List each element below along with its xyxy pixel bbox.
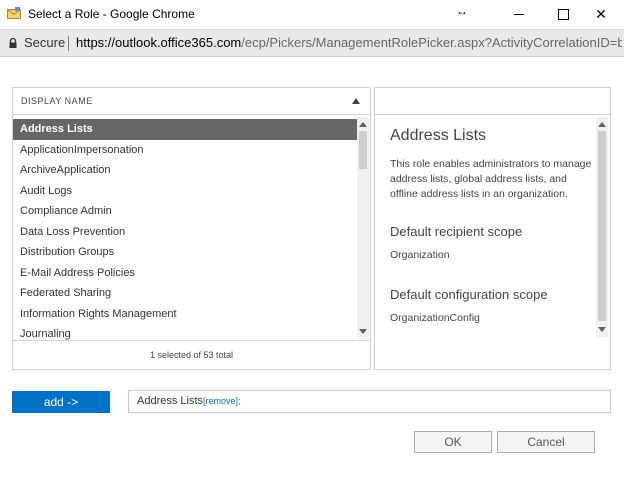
role-list[interactable]: Address Lists ApplicationImpersonation Arc… [12,115,371,341]
url-host: https://outlook.office365.com [76,35,242,50]
list-item[interactable]: Compliance Admin [13,201,358,222]
list-item[interactable]: Address Lists [13,119,358,140]
remove-link[interactable]: [remove] [203,396,238,406]
envelope-icon [7,7,21,19]
list-item[interactable]: E-Mail Address Policies [13,263,358,284]
scroll-down-icon[interactable] [359,329,367,334]
url-path: /ecp/Pickers/ManagementRolePicker.aspx?A… [241,35,622,50]
lock-icon [9,38,17,48]
list-item[interactable]: Data Loss Prevention [13,222,358,243]
list-scrollbar[interactable] [357,117,369,339]
selection-separator: ; [238,396,241,406]
address-separator [68,36,69,51]
minimize-button[interactable] [496,0,542,29]
detail-scrollbar[interactable] [596,117,608,337]
secure-label: Secure [24,35,66,50]
list-item[interactable]: Distribution Groups [13,242,358,263]
column-header-label: DISPLAY NAME [21,96,93,106]
config-scope-value: OrganizationConfig [390,312,480,324]
url-text[interactable]: https://outlook.office365.com/ecp/Picker… [76,35,622,50]
detail-scroll-down-icon[interactable] [598,327,606,332]
display-name-column-header[interactable]: DISPLAY NAME [12,87,371,115]
window-title: Select a Role - Google Chrome [28,7,195,21]
list-scroll-thumb[interactable] [359,131,367,169]
list-item[interactable]: Federated Sharing [13,283,358,304]
selection-count: 1 selected of 53 total [149,350,234,360]
list-item[interactable]: Information Rights Management [13,304,358,325]
detail-title: Address Lists [390,127,487,144]
selected-roles-field[interactable]: Address Lists[remove]; [128,390,611,413]
cancel-button[interactable]: Cancel [497,431,595,453]
sort-ascending-icon [352,98,360,104]
role-details-panel: Address Lists This role enables administ… [374,115,611,370]
selected-role-name: Address Lists [137,395,204,407]
resize-cursor-icon: ↔ [456,4,468,18]
detail-scroll-thumb[interactable] [598,131,606,321]
list-item[interactable]: Journaling [13,324,358,340]
list-footer: 1 selected of 53 total [12,340,371,370]
minimize-icon [514,14,524,15]
address-bar[interactable]: Secure https://outlook.office365.com/ecp… [0,29,624,57]
list-item[interactable]: Audit Logs [13,181,358,202]
close-button[interactable]: ✕ [578,0,624,29]
list-item[interactable]: ArchiveApplication [13,160,358,181]
detail-description: This role enables administrators to mana… [390,158,592,200]
detail-scroll-up-icon[interactable] [598,122,606,127]
ok-button[interactable]: OK [414,431,492,453]
scroll-up-icon[interactable] [359,122,367,127]
close-icon: ✕ [595,6,607,22]
detail-header-box [374,87,611,115]
list-item[interactable]: ApplicationImpersonation [13,140,358,161]
role-list-items: Address Lists ApplicationImpersonation Arc… [13,119,358,340]
recipient-scope-heading: Default recipient scope [390,224,523,239]
maximize-icon [557,9,569,20]
config-scope-heading: Default configuration scope [390,287,548,302]
recipient-scope-value: Organization [390,249,450,261]
add-button[interactable]: add -> [12,391,110,413]
title-bar: Select a Role - Google Chrome ↔ ✕ [0,0,624,29]
